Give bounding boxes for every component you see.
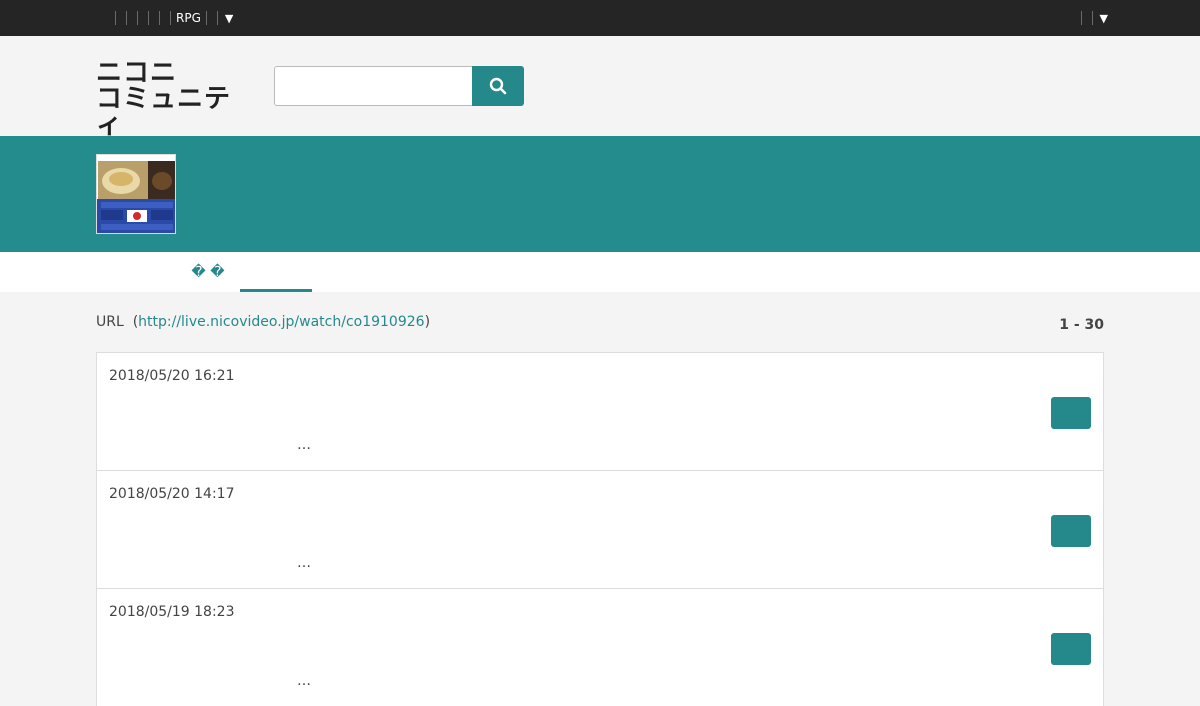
nav-separator	[170, 11, 171, 25]
list-item: 2018/05/20 14:17 …	[96, 470, 1104, 588]
nav-separator	[126, 11, 127, 25]
thumbnail-image	[97, 155, 175, 233]
item-snippet: …	[297, 555, 311, 571]
community-tabs: � �	[0, 252, 1200, 292]
nav-separator	[137, 11, 138, 25]
nav-separator	[148, 11, 149, 25]
url-label: URL	[96, 314, 124, 330]
tab-overview[interactable]: � �	[176, 252, 240, 292]
nav-separator	[205, 11, 207, 25]
nav-separator	[1080, 11, 1082, 25]
site-logo[interactable]: ニコニ コミュニティ	[96, 58, 256, 138]
item-date: 2018/05/20 14:17	[109, 486, 235, 502]
search-input[interactable]	[274, 66, 473, 106]
user-menu-caret-icon[interactable]: ▼	[1100, 12, 1108, 25]
url-paren-close: )	[424, 314, 431, 330]
live-history-list: 2018/05/20 16:21 … 2018/05/20 14:17 … 20…	[96, 352, 1104, 706]
nav-link-rpg[interactable]: RPG	[176, 11, 201, 25]
item-action-button[interactable]	[1051, 515, 1091, 547]
item-date: 2018/05/19 18:23	[109, 604, 235, 620]
community-url-line: URL (http://live.nicovideo.jp/watch/co19…	[96, 314, 430, 330]
dropdown-caret-icon[interactable]: ▼	[225, 12, 233, 25]
result-count: 1 - 30	[1059, 317, 1104, 333]
top-nav-right: ▼	[1076, 0, 1108, 36]
search-icon	[489, 77, 507, 95]
community-thumbnail[interactable]	[96, 154, 176, 234]
item-date: 2018/05/20 16:21	[109, 368, 235, 384]
community-url-link[interactable]: http://live.nicovideo.jp/watch/co1910926	[138, 314, 424, 330]
top-nav-left: RPG ▼	[110, 0, 233, 36]
top-nav-bar: RPG ▼ ▼	[0, 0, 1200, 36]
community-banner	[0, 136, 1200, 252]
list-item: 2018/05/20 16:21 …	[96, 352, 1104, 470]
logo-line-1: ニコニ	[96, 58, 178, 88]
item-action-button[interactable]	[1051, 397, 1091, 429]
nav-separator	[159, 11, 160, 25]
search-button[interactable]	[472, 66, 524, 106]
item-snippet: …	[297, 437, 311, 453]
tab-live-history[interactable]	[240, 252, 312, 292]
site-header: ニコニ コミュニティ	[0, 36, 1200, 138]
nav-separator	[1091, 11, 1093, 25]
nav-separator	[216, 11, 218, 25]
logo-line-2: コミュニティ	[96, 84, 232, 140]
list-item: 2018/05/19 18:23 …	[96, 588, 1104, 706]
nav-separator	[115, 11, 116, 25]
item-action-button[interactable]	[1051, 633, 1091, 665]
item-snippet: …	[297, 673, 311, 689]
